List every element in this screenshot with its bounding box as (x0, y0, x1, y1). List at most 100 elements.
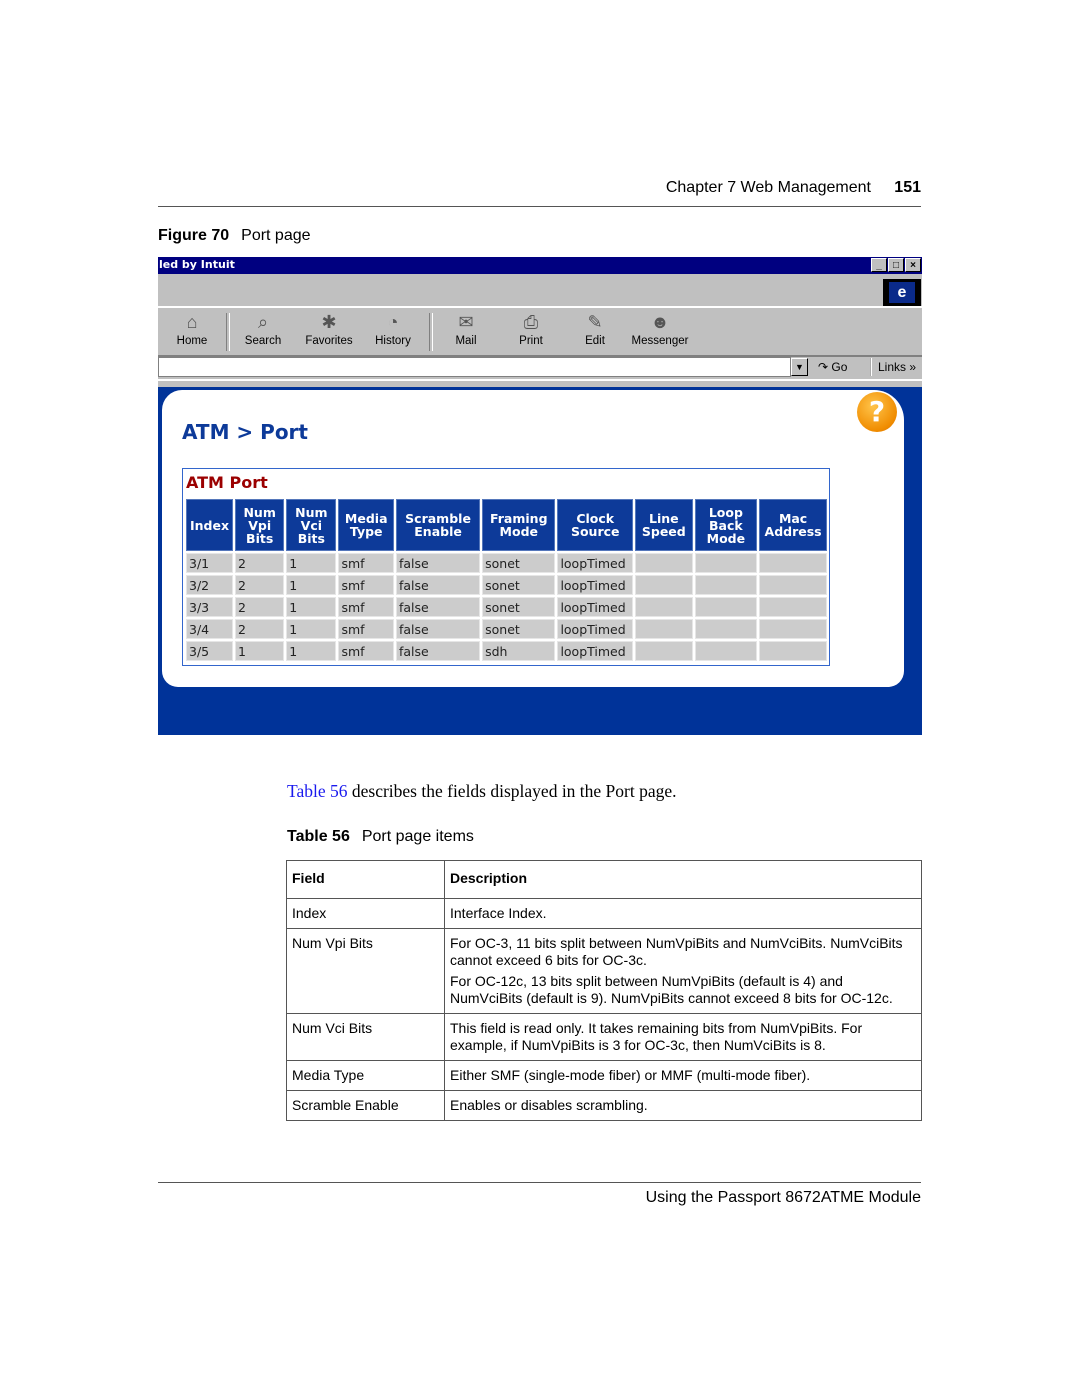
brand-logo-icon: e (889, 282, 915, 303)
table-title: Port page items (361, 828, 474, 845)
table-cell: 1 (286, 619, 337, 639)
content-panel: ATM > Port ATM Port Index Num Vpi Bits N… (162, 390, 904, 687)
table-cell: 3/3 (186, 597, 234, 617)
description-paragraph: For OC-12c, 13 bits split between NumVpi… (450, 973, 893, 1006)
table-cell: 2 (235, 553, 285, 573)
col-framing-mode: Framing Mode (482, 499, 556, 551)
edit-icon: ✎ (587, 312, 603, 332)
table-row: 3/3 2 1 smf false sonet loopTimed (186, 597, 827, 617)
atm-port-title: ATM Port (186, 473, 268, 492)
toolbar-history-button[interactable]: ◔ History (372, 311, 414, 347)
col-mac-address: Mac Address (759, 499, 827, 551)
table-row: 3/2 2 1 smf false sonet loopTimed (186, 575, 827, 595)
favorites-folder-icon: ✱ (321, 312, 337, 332)
desc-row: Num Vci Bits This field is read only. It … (286, 1013, 922, 1061)
toolbar-edit-button[interactable]: ✎ Edit (578, 311, 612, 347)
toolbar-print-button[interactable]: ⎙ Print (513, 311, 549, 347)
desc-header-row: Field Description (286, 860, 922, 899)
field-description: This field is read only. It takes remain… (444, 1013, 922, 1061)
page-number: 151 (894, 179, 921, 196)
table-cell: sonet (482, 619, 556, 639)
browser-screenshot: led by Intuit _ □ × e ⌂ Home ⌕ Search ✱ … (158, 257, 922, 735)
title-bar: led by Intuit _ □ × (158, 257, 922, 274)
close-button[interactable]: × (905, 258, 921, 272)
mail-icon: ✉ (458, 312, 474, 332)
help-icon[interactable]: ? (857, 392, 897, 432)
toolbar-label: Favorites (305, 335, 353, 347)
address-dropdown-button[interactable]: ▼ (791, 358, 808, 376)
breadcrumb: ATM > Port (182, 420, 308, 444)
table-cell (694, 641, 758, 661)
col-clock-source: Clock Source (557, 499, 634, 551)
table-cell: sonet (482, 597, 556, 617)
go-button[interactable]: ↷ Go (818, 358, 847, 376)
links-button[interactable]: Links » (870, 358, 916, 376)
chevron-more-icon: » (909, 360, 917, 374)
field-description: For OC-3, 11 bits split between NumVpiBi… (444, 928, 922, 1014)
col-index: Index (186, 499, 234, 551)
desc-table-body: Index Interface Index. Num Vpi Bits For OC-… (286, 898, 922, 1121)
browser-toolbar: ⌂ Home ⌕ Search ✱ Favorites ◔ History ✉ … (158, 309, 922, 357)
links-label: Links (878, 360, 907, 374)
home-icon: ⌂ (186, 312, 198, 332)
table-cell (694, 553, 758, 573)
toolbar-home-button[interactable]: ⌂ Home (174, 311, 210, 347)
field-name: Num Vci Bits (286, 1013, 445, 1061)
window-title: led by Intuit (159, 258, 235, 271)
table-cell: smf (338, 641, 394, 661)
description-paragraph: Either SMF (single-mode fiber) or MMF (m… (450, 1067, 811, 1083)
table-cell: 3/1 (186, 553, 234, 573)
table-cell (694, 619, 758, 639)
table-cell: 1 (286, 597, 337, 617)
browser-brand: e (883, 279, 921, 306)
web-content: ATM > Port ATM Port Index Num Vpi Bits N… (158, 387, 922, 735)
toolbar-label: Edit (585, 335, 605, 347)
toolbar-mail-button[interactable]: ✉ Mail (448, 311, 484, 347)
table-cell: 2 (235, 619, 285, 639)
field-description: Either SMF (single-mode fiber) or MMF (m… (444, 1060, 922, 1091)
table-cell: 3/5 (186, 641, 234, 661)
col-line-speed: Line Speed (635, 499, 693, 551)
table-cell (694, 597, 758, 617)
toolbar-search-button[interactable]: ⌕ Search (242, 311, 284, 347)
field-name: Index (286, 898, 445, 929)
go-label: Go (831, 360, 848, 374)
toolbar-separator (226, 313, 230, 351)
table-cell: 3/4 (186, 619, 234, 639)
chapter-title: Chapter 7 Web Management (665, 179, 871, 196)
table-cell (759, 553, 827, 573)
minimize-button[interactable]: _ (871, 258, 887, 272)
description-paragraph: Interface Index. (450, 905, 547, 921)
field-description: Interface Index. (444, 898, 922, 929)
toolbar-messenger-button[interactable]: ☻ Messenger (630, 311, 690, 347)
table-cell (635, 619, 693, 639)
go-arrow-icon: ↷ (818, 360, 829, 374)
address-input[interactable] (158, 357, 791, 377)
table-cell: sdh (482, 641, 556, 661)
table-cell: sonet (482, 575, 556, 595)
col-scramble-enable: Scramble Enable (396, 499, 481, 551)
table-cell: smf (338, 619, 394, 639)
table-cell: false (396, 575, 481, 595)
toolbar-separator (429, 313, 433, 351)
table-cell: 1 (286, 575, 337, 595)
table-xref-link[interactable]: Table 56 (287, 781, 348, 801)
menu-bar (158, 276, 922, 308)
field-header: Field (286, 860, 445, 899)
desc-row: Scramble Enable Enables or disables scram… (286, 1090, 922, 1121)
col-num-vpi-bits: Num Vpi Bits (235, 499, 285, 551)
address-bar: ▼ ↷ Go Links » (158, 357, 922, 379)
table-cell (635, 597, 693, 617)
table-cell (635, 575, 693, 595)
field-description: Enables or disables scrambling. (444, 1090, 922, 1121)
toolbar-label: Print (519, 335, 543, 347)
table-cell: 2 (235, 575, 285, 595)
toolbar-favorites-button[interactable]: ✱ Favorites (303, 311, 355, 347)
maximize-button[interactable]: □ (888, 258, 904, 272)
table-cell: false (396, 641, 481, 661)
table-cell: loopTimed (557, 619, 634, 639)
table-cell (694, 575, 758, 595)
table-cell (635, 553, 693, 573)
toolbar-label: Mail (455, 335, 477, 347)
atm-port-table: Index Num Vpi Bits Num Vci Bits Media Ty… (184, 497, 829, 663)
